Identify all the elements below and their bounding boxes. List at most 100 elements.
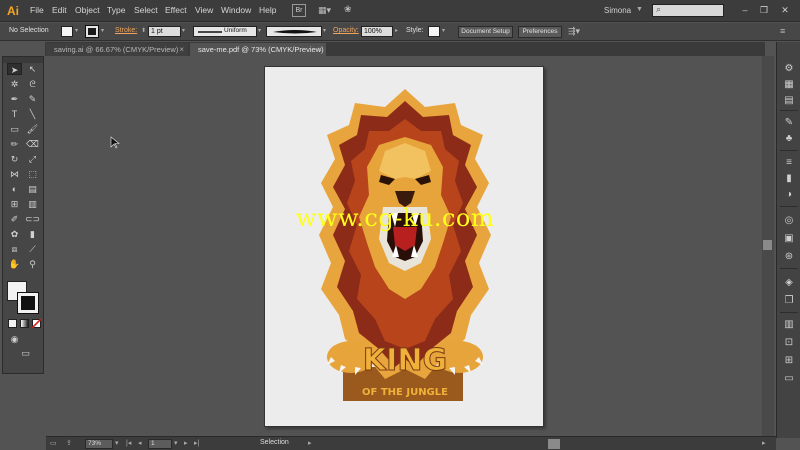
stroke-weight-stepper[interactable]: ⬍ <box>141 27 146 34</box>
stroke-dropdown-icon[interactable]: ▾ <box>101 27 104 34</box>
column-graph-tool-icon[interactable]: ▮ <box>25 228 40 240</box>
rectangle-tool-icon[interactable]: ▭ <box>7 123 22 135</box>
character-panel-icon[interactable]: ▭ <box>782 372 796 385</box>
menu-help[interactable]: Help <box>259 5 276 15</box>
curvature-tool-icon[interactable]: ✎ <box>25 93 40 105</box>
stroke-color-box[interactable] <box>17 292 39 314</box>
vertical-scrollbar[interactable] <box>762 56 774 436</box>
tab-save-me[interactable]: save-me.pdf @ 73% (CMYK/Preview) × <box>190 43 326 56</box>
pencil-tool-icon[interactable]: ✏ <box>7 138 22 150</box>
symbols-panel-icon[interactable]: ♣ <box>782 132 796 145</box>
magic-wand-tool-icon[interactable]: ✲ <box>7 78 22 90</box>
close-tab-icon[interactable]: × <box>317 43 322 56</box>
artboard[interactable]: KING OF THE JUNGLE <box>264 66 544 427</box>
minimize-icon[interactable]: – <box>738 4 752 16</box>
graphic-style-swatch[interactable] <box>428 26 440 37</box>
direct-selection-tool-icon[interactable]: ↖ <box>25 63 40 75</box>
opacity-label[interactable]: Opacity: <box>333 27 359 34</box>
lasso-tool-icon[interactable]: ᘓ <box>25 78 40 90</box>
variable-width-profile[interactable]: Uniform <box>193 26 257 37</box>
swatches-panel-icon[interactable]: ▤ <box>782 94 796 107</box>
close-icon[interactable]: ✕ <box>778 4 792 16</box>
perspective-grid-tool-icon[interactable]: ▤ <box>25 183 40 195</box>
pen-tool-icon[interactable]: ✒ <box>7 93 22 105</box>
zoom-field[interactable]: 73% <box>85 439 113 449</box>
none-mode-icon[interactable] <box>32 319 41 328</box>
last-artboard-icon[interactable]: ▸| <box>194 439 199 447</box>
preferences-button[interactable]: Preferences <box>518 26 562 38</box>
brush-dropdown-icon[interactable]: ▾ <box>323 27 326 34</box>
stroke-weight-field[interactable]: 1 pt <box>148 26 181 37</box>
brush-definition[interactable] <box>266 26 322 37</box>
opacity-field[interactable]: 100% <box>361 26 393 37</box>
close-tab-icon[interactable]: × <box>179 43 184 56</box>
status-menu-icon[interactable]: ▸ <box>308 439 312 447</box>
arrange-documents-icon[interactable]: ▦▾ <box>318 5 340 17</box>
menu-edit[interactable]: Edit <box>52 5 67 15</box>
style-dropdown-icon[interactable]: ▾ <box>442 27 445 34</box>
stroke-label[interactable]: Stroke: <box>115 27 137 34</box>
prev-artboard-icon[interactable]: ◂ <box>138 439 142 447</box>
lion-artwork[interactable]: KING OF THE JUNGLE <box>265 67 545 428</box>
artboard-nav-icon[interactable]: ▭ <box>50 439 57 447</box>
fill-swatch[interactable] <box>61 26 73 37</box>
opacity-dropdown-icon[interactable]: ▸ <box>395 27 398 34</box>
fill-dropdown-icon[interactable]: ▾ <box>75 27 78 34</box>
screen-mode-icon[interactable]: ▭ <box>18 347 33 359</box>
share-icon[interactable]: ⇪ <box>66 439 72 447</box>
width-tool-icon[interactable]: ⋈ <box>7 168 22 180</box>
transform-panel-icon[interactable]: ⊞ <box>782 354 796 367</box>
line-tool-icon[interactable]: ╲ <box>25 108 40 120</box>
color-panel-icon[interactable]: ⚙ <box>782 62 796 75</box>
tab-saving[interactable]: saving.ai @ 66.67% (CMYK/Preview) × <box>46 43 188 56</box>
rotate-tool-icon[interactable]: ↻ <box>7 153 22 165</box>
profile-dropdown-icon[interactable]: ▾ <box>258 27 261 34</box>
draw-mode-icon[interactable]: ◉ <box>7 333 22 345</box>
align-options-icon[interactable]: ⇶▾ <box>568 26 580 37</box>
bridge-button[interactable]: Br <box>292 4 306 17</box>
canvas-area[interactable]: KING OF THE JUNGLE www.cg-ku.com <box>46 56 762 434</box>
zoom-tool-icon[interactable]: ⚲ <box>25 258 40 270</box>
artboards-panel-icon[interactable]: ❐ <box>782 294 796 307</box>
stroke-panel-icon[interactable]: ≡ <box>782 156 796 169</box>
zoom-dropdown-icon[interactable]: ▾ <box>115 439 119 447</box>
maximize-icon[interactable]: ❐ <box>757 4 771 16</box>
scale-tool-icon[interactable]: ⤢ <box>25 153 40 165</box>
graphic-styles-panel-icon[interactable]: ▣ <box>782 232 796 245</box>
menu-object[interactable]: Object <box>75 5 100 15</box>
hand-tool-icon[interactable]: ✋ <box>7 258 22 270</box>
menu-type[interactable]: Type <box>107 5 125 15</box>
menu-window[interactable]: Window <box>221 5 251 15</box>
free-transform-tool-icon[interactable]: ⬚ <box>25 168 40 180</box>
appearance-panel-icon[interactable]: ◎ <box>782 214 796 227</box>
first-artboard-icon[interactable]: |◂ <box>126 439 131 447</box>
stroke-swatch[interactable] <box>85 25 99 38</box>
horizontal-scroll-thumb[interactable] <box>548 439 560 449</box>
eraser-tool-icon[interactable]: ⌫ <box>25 138 40 150</box>
artboard-dropdown-icon[interactable]: ▾ <box>174 439 178 447</box>
eyedropper-tool-icon[interactable]: ✐ <box>7 213 22 225</box>
panel-menu-icon[interactable]: ≡ <box>780 26 785 36</box>
next-artboard-icon[interactable]: ▸ <box>184 439 188 447</box>
gpu-performance-icon[interactable]: ❀ <box>344 4 358 18</box>
shape-builder-tool-icon[interactable]: ◐ <box>7 183 22 195</box>
symbol-sprayer-tool-icon[interactable]: ✿ <box>7 228 22 240</box>
layers-style-icon[interactable]: ⊛ <box>782 250 796 263</box>
selection-tool-icon[interactable]: ➤ <box>7 63 22 75</box>
gradient-panel-icon[interactable]: ▮ <box>782 172 796 185</box>
document-setup-button[interactable]: Document Setup <box>458 26 513 38</box>
paintbrush-tool-icon[interactable]: 🖌 <box>25 123 40 135</box>
menu-view[interactable]: View <box>195 5 213 15</box>
stroke-weight-dropdown-icon[interactable]: ▾ <box>182 27 185 34</box>
workspace-switcher[interactable]: Simona <box>604 6 631 15</box>
blend-tool-icon[interactable]: ⊂⊃ <box>25 213 40 225</box>
pathfinder-panel-icon[interactable]: ⊡ <box>782 336 796 349</box>
layers-panel-icon[interactable]: ◈ <box>782 276 796 289</box>
transparency-panel-icon[interactable]: ◑ <box>782 188 796 201</box>
menu-select[interactable]: Select <box>134 5 158 15</box>
scroll-right-icon[interactable]: ▸ <box>762 439 766 447</box>
artboard-number-field[interactable]: 1 <box>148 439 172 449</box>
chevron-down-icon[interactable]: ▼ <box>636 6 643 13</box>
color-guide-icon[interactable]: ▦ <box>782 78 796 91</box>
slice-tool-icon[interactable]: ⟋ <box>25 243 40 255</box>
